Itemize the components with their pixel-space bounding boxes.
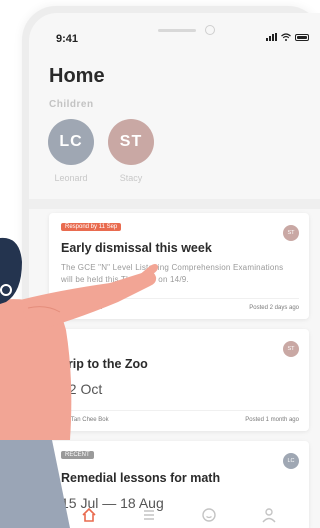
announcement-card[interactable]: Respond by 11 Sep ST Early dismissal thi… bbox=[49, 213, 309, 319]
avatar: ST bbox=[283, 225, 299, 241]
home-icon[interactable] bbox=[81, 507, 97, 523]
status-badge: RECENT bbox=[61, 451, 94, 459]
battery-icon bbox=[295, 34, 309, 41]
status-icons bbox=[266, 33, 309, 41]
card-author: Ms. Sally Tham bbox=[61, 305, 103, 311]
event-card[interactable]: ST Trip to the Zoo 22 Oct Mr. Tan Chee B… bbox=[49, 329, 309, 431]
signal-icon bbox=[266, 33, 277, 41]
card-title: Trip to the Zoo bbox=[61, 357, 148, 371]
page-title: Home bbox=[49, 65, 105, 87]
speaker-grille bbox=[158, 29, 196, 32]
card-footer: Mr. Tan Chee Bok Posted 1 month ago bbox=[61, 410, 299, 423]
avatar: LC bbox=[283, 453, 299, 469]
status-bar: 9:41 bbox=[29, 13, 320, 51]
phone-notch bbox=[146, 20, 230, 40]
child-stacy[interactable]: ST Stacy bbox=[106, 119, 156, 183]
list-icon[interactable] bbox=[141, 507, 157, 523]
avatar: ST bbox=[108, 119, 154, 165]
card-timestamp: Posted 1 month ago bbox=[245, 417, 299, 423]
chat-icon[interactable] bbox=[201, 507, 217, 523]
profile-icon[interactable] bbox=[261, 507, 277, 523]
status-time: 9:41 bbox=[56, 33, 79, 45]
avatar: LC bbox=[48, 119, 94, 165]
card-body: The GCE "N" Level Listening Comprehensio… bbox=[61, 263, 284, 284]
child-leonard[interactable]: LC Leonard bbox=[46, 119, 96, 183]
card-date: 22 Oct bbox=[61, 381, 103, 397]
card-title: Early dismissal this week bbox=[61, 241, 212, 255]
card-timestamp: Posted 2 days ago bbox=[249, 305, 299, 311]
camera-icon bbox=[205, 25, 215, 35]
card-title: Remedial lessons for math bbox=[61, 471, 221, 485]
child-name: Stacy bbox=[119, 173, 143, 183]
card-author: Mr. Tan Chee Bok bbox=[61, 417, 109, 423]
section-divider bbox=[29, 199, 320, 209]
avatar: ST bbox=[283, 341, 299, 357]
tab-bar bbox=[29, 507, 320, 528]
status-badge: Respond by 11 Sep bbox=[61, 223, 122, 231]
wifi-icon bbox=[281, 33, 291, 41]
child-name: Leonard bbox=[54, 173, 88, 183]
app-screen: 9:41 Home Children LC Leonard ST Stacy R… bbox=[29, 13, 320, 528]
card-footer: Ms. Sally Tham Posted 2 days ago bbox=[61, 298, 299, 311]
phone-frame: 9:41 Home Children LC Leonard ST Stacy R… bbox=[22, 6, 320, 528]
children-section-label: Children bbox=[49, 99, 94, 110]
